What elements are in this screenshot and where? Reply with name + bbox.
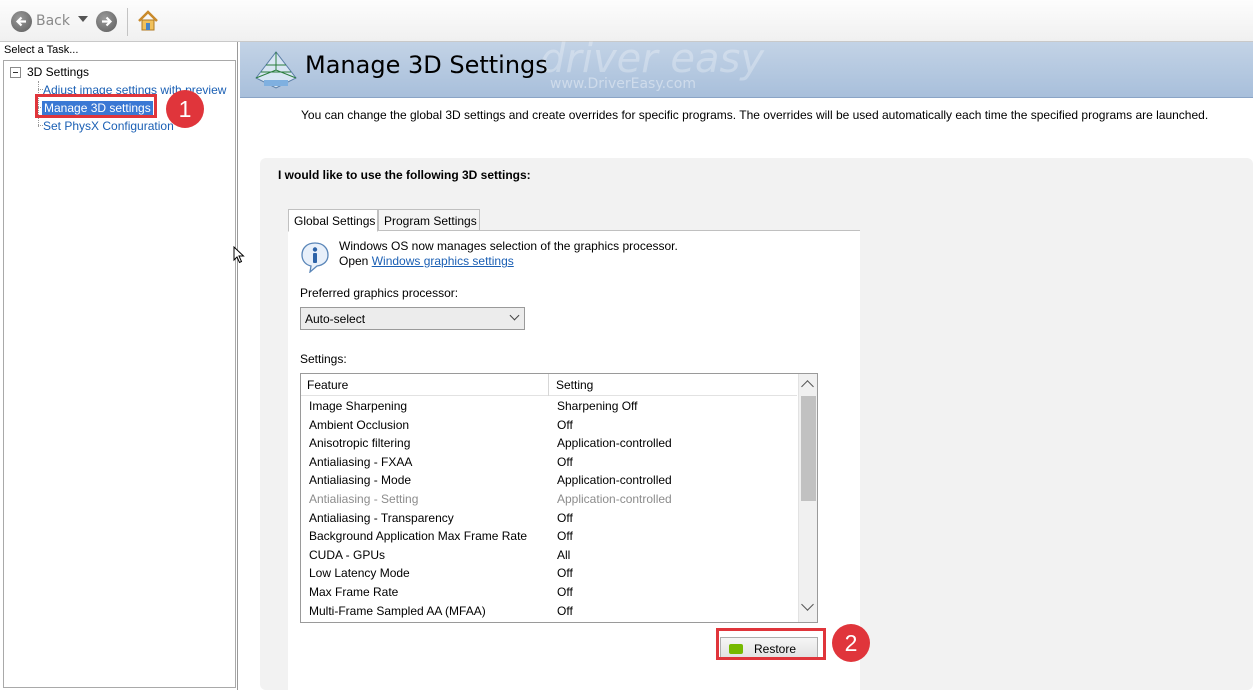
- row-setting[interactable]: Off: [557, 418, 573, 432]
- tab-program-settings[interactable]: Program Settings: [378, 209, 480, 231]
- page-description: You can change the global 3D settings an…: [301, 108, 1209, 122]
- global-settings-panel: Windows OS now manages selection of the …: [288, 230, 860, 690]
- preferred-gpu-value: Auto-select: [305, 312, 366, 326]
- scroll-down-icon[interactable]: [801, 598, 814, 611]
- table-row[interactable]: Antialiasing - FXAA Off: [301, 454, 797, 473]
- row-feature: Antialiasing - FXAA: [309, 454, 413, 469]
- table-row[interactable]: Image Sharpening Sharpening Off: [301, 398, 797, 417]
- task-tree: 3D Settings Adjust image settings with p…: [3, 60, 236, 688]
- tree-root-3d-settings[interactable]: 3D Settings: [27, 65, 89, 79]
- row-setting[interactable]: Off: [557, 585, 573, 599]
- watermark-url: www.DriverEasy.com: [550, 76, 696, 92]
- row-setting[interactable]: All: [557, 548, 570, 562]
- highlight-box-step-2: [716, 628, 826, 660]
- row-feature: Background Application Max Frame Rate: [309, 529, 528, 544]
- row-feature: Max Frame Rate: [309, 585, 399, 599]
- main-panel: driver easy www.DriverEasy.com Manage 3D…: [240, 36, 1253, 690]
- column-header-feature[interactable]: Feature: [307, 378, 348, 392]
- settings-label: Settings:: [300, 352, 347, 366]
- tab-global-settings[interactable]: Global Settings: [288, 209, 378, 232]
- row-feature: Image Sharpening: [309, 399, 408, 413]
- task-pane-header: Select a Task...: [4, 44, 79, 56]
- vertical-scrollbar[interactable]: [798, 374, 817, 622]
- row-feature: Antialiasing - Transparency: [309, 510, 454, 525]
- settings-group: I would like to use the following 3D set…: [260, 158, 1253, 690]
- table-row[interactable]: Background Application Max Frame Rate Off: [301, 528, 797, 547]
- row-setting[interactable]: Application-controlled: [557, 436, 672, 450]
- row-setting[interactable]: Off: [557, 529, 573, 543]
- row-setting[interactable]: Off: [557, 566, 573, 580]
- row-feature: CUDA - GPUs: [309, 547, 386, 562]
- table-row[interactable]: CUDA - GPUs All: [301, 547, 797, 566]
- table-row[interactable]: Low Latency Mode Off: [301, 565, 797, 584]
- table-row[interactable]: Antialiasing - Setting Application-contro…: [301, 491, 797, 510]
- info-icon: [300, 241, 330, 274]
- row-feature: Antialiasing - Setting: [309, 492, 419, 506]
- info-open-line: Open Windows graphics settings: [339, 254, 678, 269]
- chevron-down-icon: [509, 310, 520, 321]
- row-setting[interactable]: Application-controlled: [557, 473, 672, 487]
- column-header-setting[interactable]: Setting: [556, 378, 593, 392]
- row-feature: Low Latency Mode: [309, 566, 410, 581]
- row-setting[interactable]: Application-controlled: [557, 492, 672, 506]
- back-button[interactable]: Back: [36, 13, 70, 29]
- row-setting[interactable]: Off: [557, 455, 573, 469]
- home-icon[interactable]: [136, 9, 160, 33]
- info-message-line: Windows OS now manages selection of the …: [339, 239, 678, 253]
- table-row[interactable]: Ambient Occlusion Off: [301, 417, 797, 436]
- row-feature: Multi-Frame Sampled AA (MFAA): [309, 603, 486, 618]
- table-row[interactable]: Anisotropic filtering Application-control…: [301, 435, 797, 454]
- row-feature: Antialiasing - Mode: [309, 473, 412, 488]
- step-badge-1: 1: [166, 90, 204, 128]
- history-dropdown-icon[interactable]: [78, 16, 88, 22]
- preferred-gpu-select[interactable]: Auto-select: [300, 307, 525, 330]
- scrollbar-thumb[interactable]: [801, 396, 816, 501]
- info-message: Windows OS now manages selection of the …: [339, 239, 678, 269]
- page-banner: driver easy www.DriverEasy.com Manage 3D…: [240, 36, 1253, 98]
- list-header: Feature Setting: [301, 374, 797, 396]
- table-row[interactable]: Antialiasing - Transparency Off: [301, 510, 797, 529]
- back-arrow-icon[interactable]: [11, 11, 32, 32]
- scroll-up-icon[interactable]: [801, 380, 814, 393]
- row-setting[interactable]: Off: [557, 604, 573, 618]
- highlight-box-step-1: [35, 94, 157, 118]
- mouse-cursor-icon: [233, 245, 245, 264]
- windows-graphics-settings-link[interactable]: Windows graphics settings: [372, 254, 514, 268]
- step-badge-2: 2: [832, 624, 870, 662]
- table-row[interactable]: Max Frame Rate Off: [301, 584, 797, 603]
- row-setting[interactable]: Sharpening Off: [557, 399, 638, 413]
- task-pane: Select a Task... 3D Settings Adjust imag…: [0, 42, 238, 690]
- settings-list[interactable]: Feature Setting Image Sharpening Sharpeni…: [300, 373, 818, 623]
- row-setting[interactable]: Off: [557, 511, 573, 525]
- forward-arrow-icon[interactable]: [96, 11, 117, 32]
- row-feature: Ambient Occlusion: [309, 417, 410, 432]
- page-title: Manage 3D Settings: [305, 51, 548, 79]
- collapse-icon[interactable]: [10, 67, 21, 78]
- preferred-gpu-label: Preferred graphics processor:: [300, 286, 459, 300]
- group-title: I would like to use the following 3D set…: [278, 168, 531, 182]
- row-feature: Anisotropic filtering: [309, 436, 411, 451]
- table-row[interactable]: Multi-Frame Sampled AA (MFAA) Off: [301, 603, 797, 622]
- toolbar-separator: [127, 8, 128, 36]
- 3d-settings-icon: [252, 48, 300, 92]
- table-row[interactable]: Antialiasing - Mode Application-controlle…: [301, 472, 797, 491]
- tree-item-set-physx-configuration[interactable]: Set PhysX Configuration: [43, 119, 174, 133]
- column-divider[interactable]: [548, 374, 549, 396]
- info-open-label: Open: [339, 254, 369, 268]
